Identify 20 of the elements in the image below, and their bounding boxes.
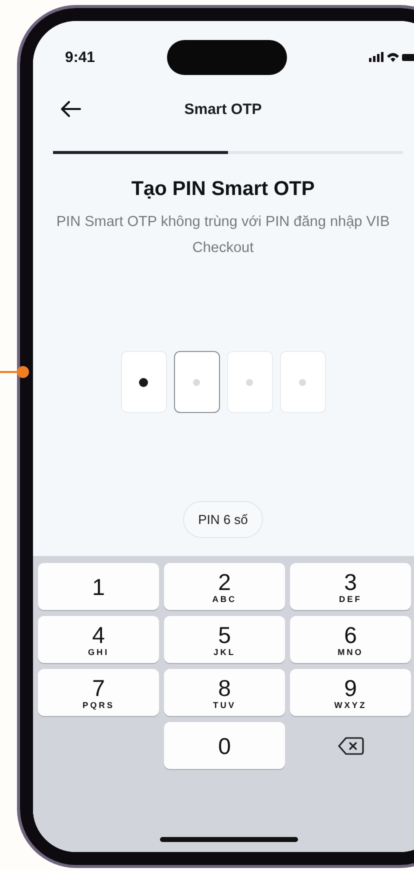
keypad-key[interactable]: 2 ABC bbox=[164, 563, 285, 610]
callout-marker bbox=[0, 365, 30, 379]
back-arrow-icon[interactable] bbox=[61, 101, 81, 117]
keypad-key[interactable]: 3 DEF bbox=[290, 563, 411, 610]
keypad-key[interactable]: 9 WXYZ bbox=[290, 669, 411, 716]
keypad-key[interactable]: 7 PQRS bbox=[38, 669, 159, 716]
keypad-key[interactable]: 8 TUV bbox=[164, 669, 285, 716]
keypad-key[interactable]: 4 GHI bbox=[38, 616, 159, 663]
keypad-key[interactable]: 1 bbox=[38, 563, 159, 610]
page-title: Tạo PIN Smart OTP bbox=[130, 178, 316, 201]
status-time: 9:41 bbox=[65, 48, 96, 66]
page-subtitle: PIN Smart OTP không trùng với PIN đăng nhập VIB Checkout bbox=[55, 213, 391, 258]
backspace-icon[interactable] bbox=[338, 736, 364, 756]
keypad-key[interactable]: 0 bbox=[164, 722, 285, 769]
keypad-key[interactable]: 5 JKL bbox=[164, 616, 285, 663]
keypad-key[interactable]: 6 MNO bbox=[290, 616, 411, 663]
header-title: Smart OTP bbox=[184, 100, 262, 118]
pin-length-button[interactable]: PIN 6 số bbox=[183, 501, 263, 538]
status-icons bbox=[369, 51, 414, 63]
pin-input-cell[interactable] bbox=[174, 351, 220, 413]
